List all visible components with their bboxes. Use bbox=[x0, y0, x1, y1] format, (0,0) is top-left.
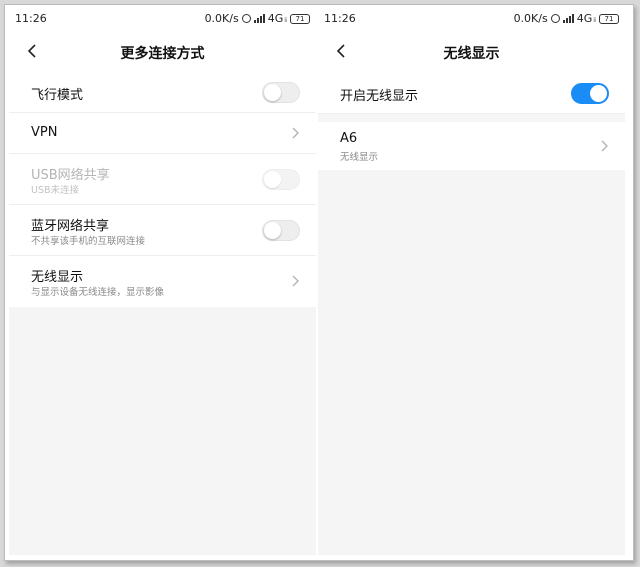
battery-icon: 71 bbox=[290, 13, 310, 24]
device-subtitle: 无线显示 bbox=[340, 152, 379, 163]
status-time: 11:26 bbox=[15, 12, 47, 25]
device-name: A6 bbox=[340, 131, 358, 146]
status-time: 11:26 bbox=[324, 12, 356, 25]
wireless-display-row[interactable]: 无线显示 与显示设备无线连接，显示影像 bbox=[9, 256, 316, 307]
bluetooth-tethering-toggle[interactable] bbox=[262, 220, 300, 241]
network-type: 4G bbox=[576, 12, 593, 25]
network-speed: 0.0K/s bbox=[513, 12, 548, 25]
page-title: 无线显示 bbox=[443, 46, 500, 62]
enable-wireless-display-row[interactable]: 开启无线显示 bbox=[318, 72, 625, 114]
status-bar: 11:26 0.0K/s 4G ⅱ 71 bbox=[318, 8, 625, 30]
status-indicators: 0.0K/s 4G ⅱ 71 bbox=[514, 12, 619, 25]
battery-level: 71 bbox=[295, 14, 305, 23]
signal-icon bbox=[562, 14, 574, 23]
settings-list: 飞行模式 VPN USB网络共享 USB未连接 蓝牙网络共享 不共享该手机的互联… bbox=[9, 72, 316, 307]
row-title: 蓝牙网络共享 bbox=[31, 219, 110, 234]
hd-icon: ⅱ bbox=[593, 17, 596, 24]
connection-settings-screen: 11:26 0.0K/s 4G ⅱ 71 更多连接方式 飞行模式 VPN USB… bbox=[9, 8, 316, 555]
network-speed: 0.0K/s bbox=[204, 12, 239, 25]
title-bar: 无线显示 bbox=[318, 30, 625, 72]
row-title: 飞行模式 bbox=[31, 88, 84, 103]
row-title: 无线显示 bbox=[31, 270, 84, 285]
signal-icon bbox=[253, 14, 265, 23]
row-title: USB网络共享 bbox=[31, 168, 110, 183]
chevron-right-icon bbox=[292, 127, 299, 139]
airplane-mode-row[interactable]: 飞行模式 bbox=[9, 72, 316, 113]
alarm-icon bbox=[241, 14, 251, 23]
airplane-mode-toggle[interactable] bbox=[262, 82, 300, 103]
battery-level: 71 bbox=[604, 14, 614, 23]
wireless-display-screen: 11:26 0.0K/s 4G ⅱ 71 无线显示 开启无线显示 A6 无线显示 bbox=[318, 8, 625, 555]
usb-tethering-toggle bbox=[262, 169, 300, 190]
hd-icon: ⅱ bbox=[284, 17, 287, 24]
bluetooth-tethering-row[interactable]: 蓝牙网络共享 不共享该手机的互联网连接 bbox=[9, 205, 316, 256]
section-divider bbox=[318, 114, 625, 122]
row-title: 开启无线显示 bbox=[340, 89, 419, 104]
device-row-a6[interactable]: A6 无线显示 bbox=[318, 122, 625, 170]
vpn-row[interactable]: VPN bbox=[9, 113, 316, 154]
chevron-right-icon bbox=[601, 140, 608, 152]
usb-tethering-row: USB网络共享 USB未连接 bbox=[9, 154, 316, 205]
row-subtitle: USB未连接 bbox=[31, 185, 80, 196]
alarm-icon bbox=[550, 14, 560, 23]
battery-icon: 71 bbox=[599, 13, 619, 24]
status-bar: 11:26 0.0K/s 4G ⅱ 71 bbox=[9, 8, 316, 30]
page-title: 更多连接方式 bbox=[120, 46, 205, 62]
wireless-display-list: 开启无线显示 A6 无线显示 bbox=[318, 72, 625, 170]
row-subtitle: 与显示设备无线连接，显示影像 bbox=[31, 287, 165, 298]
row-subtitle: 不共享该手机的互联网连接 bbox=[31, 236, 146, 247]
row-title: VPN bbox=[31, 125, 58, 140]
status-indicators: 0.0K/s 4G ⅱ 71 bbox=[205, 12, 310, 25]
wireless-display-toggle[interactable] bbox=[571, 83, 609, 104]
title-bar: 更多连接方式 bbox=[9, 30, 316, 72]
network-type: 4G bbox=[267, 12, 284, 25]
chevron-right-icon bbox=[292, 275, 299, 287]
